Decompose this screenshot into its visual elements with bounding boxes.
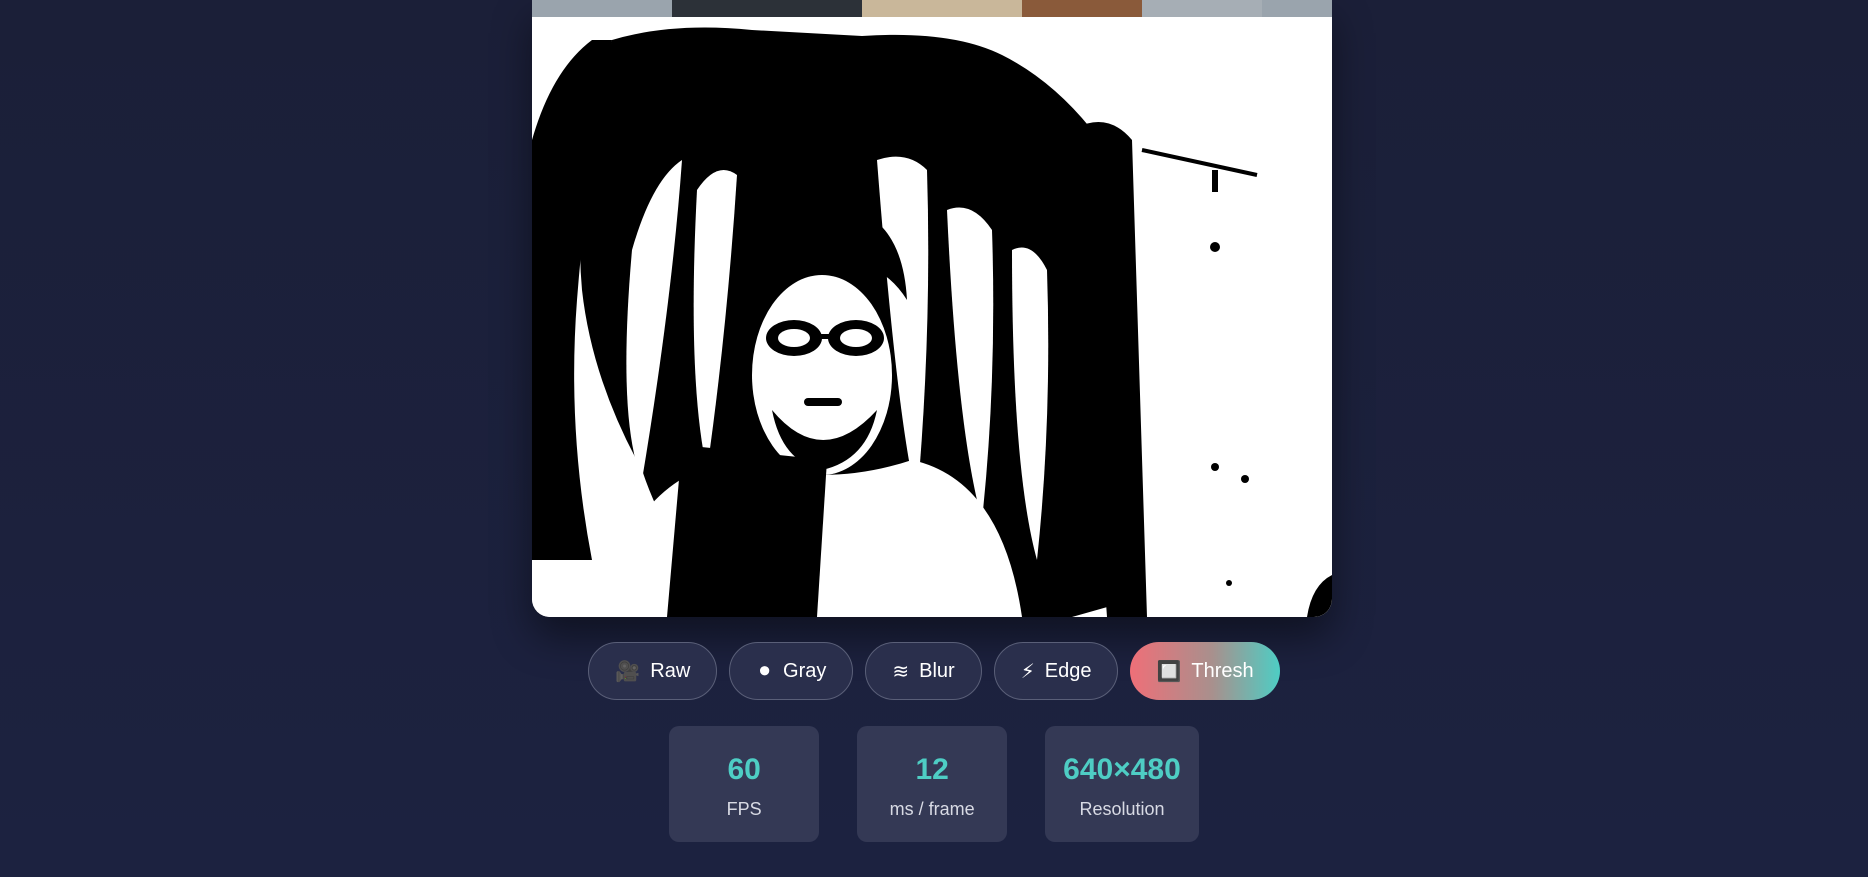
video-preview bbox=[532, 0, 1332, 617]
filter-raw-button[interactable]: 🎥 Raw bbox=[588, 642, 718, 700]
video-camera-icon: 🎥 bbox=[615, 659, 641, 683]
stat-label: Resolution bbox=[1079, 798, 1165, 819]
app-stage: 🎥 Raw ⚫ Gray ≋ Blur ⚡ Edge 🔲 Thresh 60 F… bbox=[0, 0, 1868, 877]
filter-blur-button[interactable]: ≋ Blur bbox=[865, 642, 982, 700]
stat-label: FPS bbox=[726, 798, 762, 819]
filter-gray-button[interactable]: ⚫ Gray bbox=[729, 642, 854, 700]
stat-card-resolution: 640×480 Resolution bbox=[1045, 726, 1199, 842]
stat-value: 12 bbox=[915, 752, 949, 786]
waves-icon: ≋ bbox=[892, 659, 910, 683]
filter-thresh-button[interactable]: 🔲 Thresh bbox=[1130, 642, 1280, 700]
filter-label: Gray bbox=[783, 659, 827, 682]
filter-edge-button[interactable]: ⚡ Edge bbox=[993, 642, 1119, 700]
stat-card-frame-time: 12 ms / frame bbox=[857, 726, 1008, 842]
filter-label: Edge bbox=[1044, 659, 1092, 682]
stat-value: 60 bbox=[727, 752, 761, 786]
stat-label: ms / frame bbox=[889, 798, 975, 819]
threshold-video-frame bbox=[532, 0, 1332, 617]
stat-card-fps: 60 FPS bbox=[669, 726, 820, 842]
lightning-icon: ⚡ bbox=[1020, 659, 1035, 683]
filter-label: Blur bbox=[919, 659, 955, 682]
filter-toolbar: 🎥 Raw ⚫ Gray ≋ Blur ⚡ Edge 🔲 Thresh bbox=[0, 642, 1868, 700]
filter-label: Thresh bbox=[1191, 659, 1254, 682]
stats-panel: 60 FPS 12 ms / frame 640×480 Resolution bbox=[0, 726, 1868, 842]
stat-value: 640×480 bbox=[1063, 752, 1181, 786]
square-icon: 🔲 bbox=[1156, 659, 1182, 683]
filter-label: Raw bbox=[650, 659, 691, 682]
circle-icon: ⚫ bbox=[756, 659, 774, 683]
